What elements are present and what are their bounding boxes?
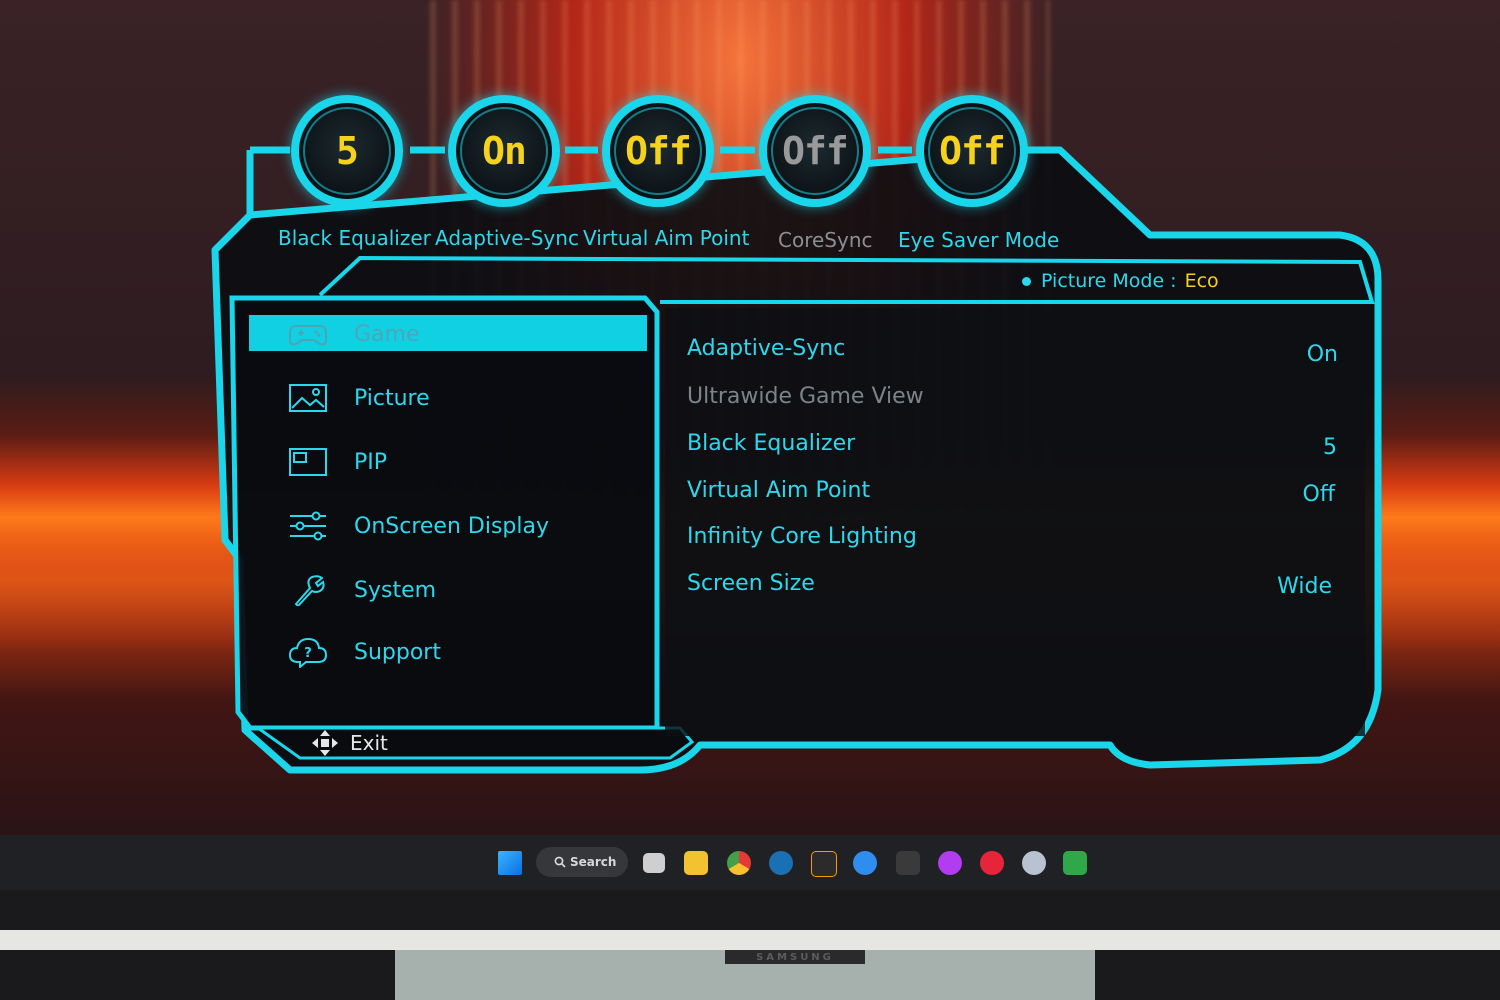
dial-label-adaptive-sync: Adaptive-Sync: [435, 226, 579, 250]
xbox-icon[interactable]: [1063, 851, 1087, 875]
picture-mode-label: Picture Mode :: [1041, 270, 1177, 292]
adaptive-sync-dial[interactable]: On: [448, 95, 560, 207]
dpad-icon: [312, 730, 338, 756]
picture-icon: [289, 384, 327, 412]
task-view-icon[interactable]: [643, 853, 665, 873]
setting-screen-size[interactable]: Screen Size: [687, 571, 815, 596]
dial-label-black-equalizer: Black Equalizer: [278, 226, 431, 250]
menu-item-label: Support: [354, 639, 441, 665]
brand-text: SAMSUNG: [756, 951, 834, 963]
exit-label: Exit: [350, 731, 388, 755]
ubisoft-icon[interactable]: [1022, 851, 1046, 875]
virtual-aim-point-dial[interactable]: Off: [602, 95, 714, 207]
setting-black-equalizer[interactable]: Black Equalizer: [687, 431, 855, 456]
steam-icon[interactable]: [769, 851, 793, 875]
setting-infinity-core-lighting[interactable]: Infinity Core Lighting: [687, 524, 917, 549]
dial-label-virtual-aim-point: Virtual Aim Point: [583, 226, 750, 250]
menu-item-pip[interactable]: PIP: [288, 442, 387, 482]
exit-button[interactable]: Exit: [310, 728, 388, 758]
sliders-icon: [290, 511, 326, 541]
menu-item-onscreen-display[interactable]: OnScreen Display: [288, 506, 549, 546]
setting-virtual-aim-point[interactable]: Virtual Aim Point: [687, 478, 870, 503]
menu-item-system[interactable]: System: [288, 570, 436, 610]
dial-value: 5: [336, 129, 359, 173]
brand-logo: SAMSUNG: [725, 950, 865, 964]
setting-value-virtual-aim-point: Off: [1302, 482, 1335, 507]
chrome-icon[interactable]: [727, 851, 751, 875]
windows-start-icon[interactable]: [498, 851, 522, 875]
dial-label-eye-saver-mode: Eye Saver Mode: [898, 228, 1060, 252]
osd-frame: [211, 146, 1382, 774]
menu-item-label: Picture: [354, 385, 430, 411]
eye-saver-mode-dial[interactable]: Off: [916, 95, 1028, 207]
help-cloud-icon: ?: [288, 637, 328, 668]
search-label: Search: [570, 855, 617, 869]
menu-item-support[interactable]: ? Support: [288, 632, 441, 672]
monitor-chin: [0, 930, 1500, 950]
menu-item-picture[interactable]: Picture: [288, 378, 430, 418]
menu-item-label: System: [354, 577, 437, 603]
dial-value: Off: [625, 129, 692, 173]
gamepad-icon: [289, 325, 327, 346]
amazon-games-icon[interactable]: [811, 851, 837, 877]
svg-text:?: ?: [304, 646, 312, 661]
dial-value: Off: [782, 129, 849, 173]
menu-item-game[interactable]: Game: [288, 314, 420, 354]
coresync-dial: Off: [759, 95, 871, 207]
setting-adaptive-sync[interactable]: Adaptive-Sync: [687, 336, 845, 361]
red-app-icon[interactable]: [980, 851, 1004, 875]
pip-icon: [289, 448, 327, 476]
search-icon: [554, 856, 566, 868]
menu-item-label: PIP: [354, 449, 388, 475]
status-dot-icon: [1022, 276, 1031, 286]
picture-mode-indicator: Picture Mode : Eco: [1022, 270, 1219, 292]
dial-label-coresync: CoreSync: [778, 228, 873, 252]
dial-value: On: [482, 129, 527, 173]
circle-app-icon[interactable]: [938, 851, 962, 875]
black-equalizer-dial[interactable]: 5: [291, 95, 403, 207]
taskbar-search[interactable]: Search: [536, 847, 628, 877]
dial-value: Off: [939, 129, 1006, 173]
menu-item-label: Game: [354, 321, 420, 347]
setting-value-adaptive-sync: On: [1306, 342, 1338, 367]
setting-value-screen-size: Wide: [1277, 574, 1332, 599]
menu-item-label: OnScreen Display: [354, 513, 549, 539]
setting-ultrawide-game-view: Ultrawide Game View: [687, 384, 924, 409]
media-player-icon[interactable]: [853, 851, 877, 875]
picture-mode-value: Eco: [1184, 270, 1219, 292]
epic-games-icon[interactable]: [896, 851, 920, 875]
setting-value-black-equalizer: 5: [1323, 435, 1337, 460]
wrench-icon: [294, 575, 325, 606]
file-explorer-icon[interactable]: [684, 851, 708, 875]
